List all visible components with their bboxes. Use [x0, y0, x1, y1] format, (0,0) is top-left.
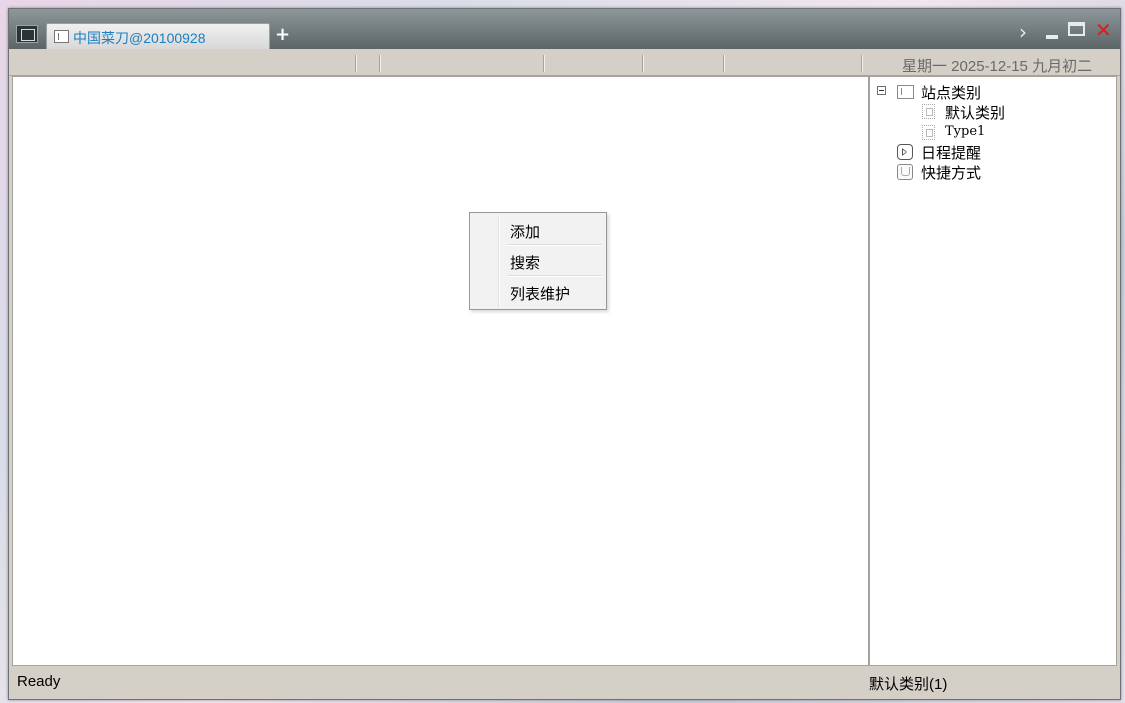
tree-item-label: Type1: [945, 124, 986, 139]
minimize-button[interactable]: [1045, 25, 1059, 39]
menu-item-add[interactable]: 添加: [472, 215, 604, 244]
tree-item-label: 站点类别: [921, 84, 982, 102]
app-window: 中国菜刀@20100928 + › ✕ 星期一 2025-12-15 九月初二 …: [8, 8, 1121, 700]
tab-site[interactable]: 中国菜刀@20100928: [46, 23, 270, 49]
menu-item-label: 搜索: [510, 254, 541, 272]
toolbar: 星期一 2025-12-15 九月初二: [9, 51, 1120, 76]
status-bar: Ready 默认类别(1): [9, 668, 1120, 699]
toolbar-separator: [379, 55, 381, 72]
hand-icon: [897, 164, 913, 180]
tree-item-default-category[interactable]: 默认类别: [870, 101, 1110, 122]
toolbar-separator: [861, 55, 863, 72]
toolbar-separator: [355, 55, 357, 72]
category-count: 默认类别(1): [869, 676, 948, 693]
toolbar-separator: [543, 55, 545, 72]
tree-item-label: 默认类别: [945, 104, 1006, 122]
title-bar[interactable]: 中国菜刀@20100928 + › ✕: [9, 9, 1120, 49]
collapse-icon[interactable]: [877, 86, 886, 95]
document-icon: [922, 125, 935, 140]
tree-item-label: 快捷方式: [921, 164, 982, 182]
tree-item-type1[interactable]: Type1: [870, 121, 1110, 141]
menu-item-list-maintenance[interactable]: 列表维护: [472, 277, 604, 306]
folder-icon: [54, 30, 69, 43]
tab-label: 中国菜刀@20100928: [73, 30, 206, 46]
app-icon[interactable]: [16, 25, 38, 43]
tree-item-label: 日程提醒: [921, 144, 982, 162]
tree-item-shortcuts[interactable]: 快捷方式: [870, 161, 1110, 182]
menu-item-label: 添加: [510, 223, 541, 241]
folder-icon: [897, 85, 914, 99]
date-display: 星期一 2025-12-15 九月初二: [902, 58, 1093, 75]
menu-item-label: 列表维护: [510, 285, 571, 303]
toolbar-separator: [723, 55, 725, 72]
chevron-right-icon[interactable]: ›: [1019, 20, 1027, 44]
site-list-panel[interactable]: [12, 76, 869, 666]
document-icon: [922, 104, 935, 119]
schedule-icon: [897, 144, 913, 160]
status-text: Ready: [17, 673, 61, 690]
tree-item-schedule[interactable]: 日程提醒: [870, 141, 1110, 162]
close-button[interactable]: ✕: [1095, 19, 1112, 41]
add-tab-button[interactable]: +: [275, 25, 290, 45]
context-menu: 添加 搜索 列表维护: [469, 212, 607, 310]
menu-item-search[interactable]: 搜索: [472, 246, 604, 275]
category-tree[interactable]: 站点类别 默认类别 Type1 日程提醒 快捷方式: [869, 76, 1117, 666]
toolbar-separator: [642, 55, 644, 72]
maximize-button[interactable]: [1068, 22, 1085, 36]
tree-item-site-category[interactable]: 站点类别: [870, 81, 1110, 102]
